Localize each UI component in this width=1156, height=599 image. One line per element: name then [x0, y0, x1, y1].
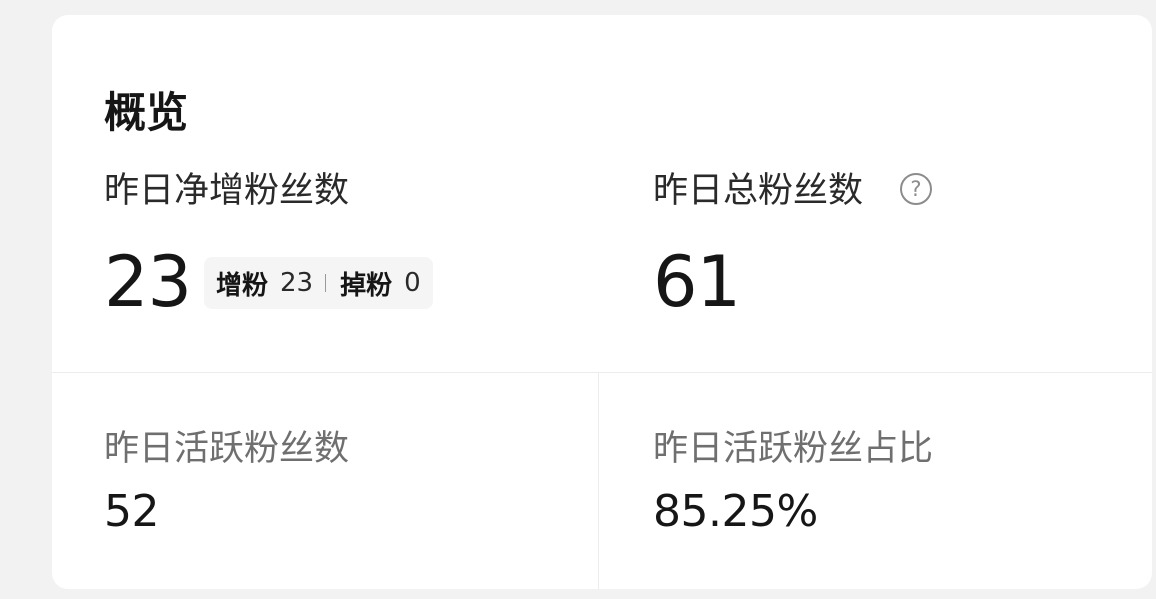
total-followers-value: 61 — [653, 241, 741, 323]
pill-separator — [325, 274, 327, 292]
net-new-followers-label: 昨日净增粉丝数 — [104, 171, 350, 211]
vertical-divider — [598, 373, 599, 589]
net-new-followers-value: 23 — [104, 241, 192, 323]
gain-label: 增粉 — [216, 270, 269, 301]
overview-title: 概览 — [104, 88, 189, 137]
loss-label: 掉粉 — [340, 270, 393, 301]
follower-change-pill: 增粉 23 掉粉 0 — [204, 257, 433, 309]
active-ratio-value: 85.25% — [653, 486, 818, 537]
active-followers-value: 52 — [104, 486, 160, 537]
overview-card: 概览 昨日净增粉丝数 23 增粉 23 掉粉 0 昨日总粉丝数 ? 61 昨日活… — [52, 15, 1152, 589]
active-followers-label: 昨日活跃粉丝数 — [104, 429, 350, 469]
question-circle-icon[interactable]: ? — [900, 173, 932, 205]
active-ratio-label: 昨日活跃粉丝占比 — [653, 429, 934, 469]
total-followers-label: 昨日总粉丝数 — [653, 171, 864, 211]
horizontal-divider — [52, 372, 1152, 373]
loss-value: 0 — [404, 268, 421, 298]
gain-value: 23 — [280, 268, 314, 298]
